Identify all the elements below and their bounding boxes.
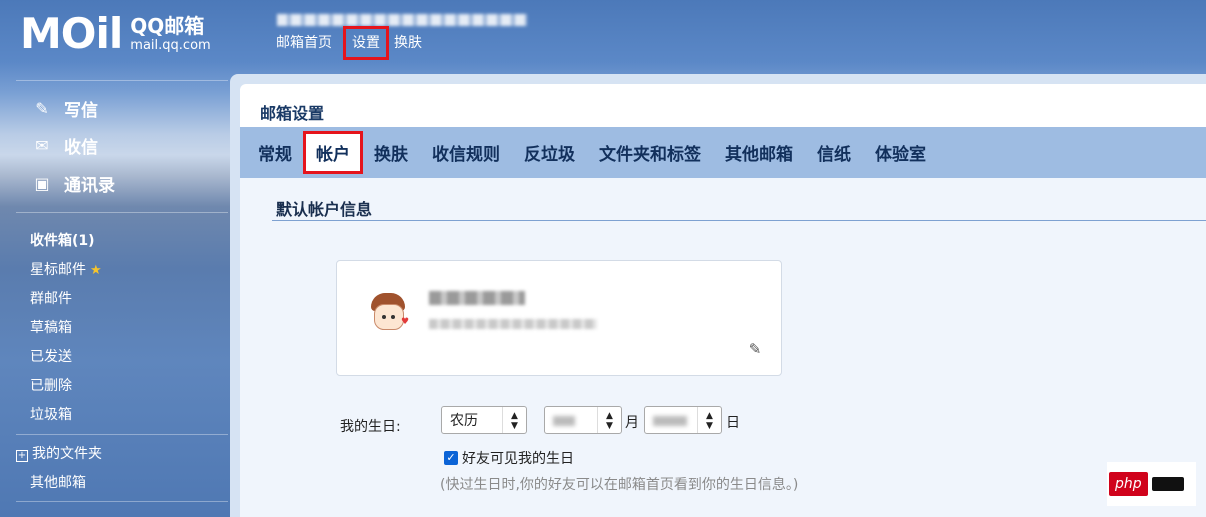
nav-mailbox-home[interactable]: 邮箱首页 (276, 33, 338, 57)
inbox-check-button[interactable]: ✉ 收信 (32, 133, 98, 159)
nav-settings[interactable]: 设置 (343, 26, 389, 60)
profile-name-blurred (429, 291, 525, 305)
tab-anti-spam[interactable]: 反垃圾 (514, 134, 585, 171)
folder-starred[interactable]: 星标邮件 ★ (30, 256, 102, 285)
tab-receive-rules[interactable]: 收信规则 (422, 134, 510, 171)
top-nav: 邮箱首页 设置 换肤 (276, 26, 428, 60)
heart-icon: ♥ (401, 317, 410, 327)
contacts-button[interactable]: ▣ 通讯录 (32, 171, 115, 197)
folder-spam[interactable]: 垃圾箱 (30, 401, 102, 430)
folder-inbox[interactable]: 收件箱(1) (30, 227, 102, 256)
watermark-logo: php (1109, 472, 1148, 496)
checkbox-checked[interactable]: ✓ (444, 451, 458, 465)
section-title: 默认帐户信息 (276, 200, 373, 219)
chevron-updown-icon: ▲ ▼ (597, 407, 621, 433)
folder-group-mail[interactable]: 群邮件 (30, 285, 102, 314)
account-name-blurred (277, 14, 527, 26)
tab-folders-labels[interactable]: 文件夹和标签 (589, 134, 711, 171)
envelope-icon: ✉ (35, 135, 49, 155)
other-mailbox-link[interactable]: 其他邮箱 (16, 469, 102, 498)
folder-deleted[interactable]: 已删除 (30, 372, 102, 401)
birth-day-select[interactable]: ▲ ▼ (644, 406, 722, 434)
divider (16, 212, 228, 213)
divider (16, 501, 228, 502)
tab-stationery[interactable]: 信纸 (807, 134, 861, 171)
compose-button[interactable]: ✎ 写信 (32, 96, 98, 122)
logo-url-text: mail.qq.com (130, 38, 211, 53)
main-panel: 邮箱设置 常规 帐户 换肤 收信规则 反垃圾 文件夹和标签 其他邮箱 信纸 体验… (230, 74, 1206, 517)
birthday-visible-option[interactable]: ✓ 好友可见我的生日 (444, 448, 574, 468)
tab-account[interactable]: 帐户 (303, 131, 363, 174)
logo-mail-text: MOil (20, 9, 123, 58)
star-icon: ★ (90, 263, 102, 278)
contacts-icon: ▣ (34, 173, 50, 193)
pencil-icon: ✎ (35, 98, 49, 118)
my-folders-toggle[interactable]: + 我的文件夹 (16, 440, 102, 469)
birth-month-select[interactable]: ▲ ▼ (544, 406, 622, 434)
divider (16, 80, 228, 81)
logo-brand-text: QQ邮箱 (130, 14, 205, 38)
left-sidebar: ✎ 写信 ✉ 收信 ▣ 通讯录 收件箱(1) 星标邮件 ★ 群邮件 草稿箱 已发送… (0, 80, 228, 517)
page-title: 邮箱设置 (260, 104, 325, 123)
expand-plus-icon: + (16, 450, 28, 462)
profile-card: ♥ ✎ (336, 260, 782, 376)
section-divider (272, 220, 1206, 221)
tab-skin[interactable]: 换肤 (364, 134, 418, 171)
month-unit: 月 (625, 415, 639, 431)
calendar-type-select[interactable]: 农历 ▲ ▼ (441, 406, 527, 434)
site-watermark: php (1107, 462, 1196, 506)
settings-tabs: 常规 帐户 换肤 收信规则 反垃圾 文件夹和标签 其他邮箱 信纸 体验室 (240, 127, 1206, 178)
day-unit: 日 (726, 415, 740, 431)
birthday-label: 我的生日: (340, 419, 401, 435)
nav-skin[interactable]: 换肤 (394, 33, 428, 57)
divider (16, 434, 228, 435)
folder-sent[interactable]: 已发送 (30, 343, 102, 372)
avatar[interactable]: ♥ (365, 291, 411, 337)
tab-lab[interactable]: 体验室 (865, 134, 936, 171)
folder-drafts[interactable]: 草稿箱 (30, 314, 102, 343)
birthday-hint: (快过生日时,你的好友可以在邮箱首页看到你的生日信息。) (440, 477, 799, 493)
chevron-updown-icon: ▲ ▼ (697, 407, 721, 433)
account-settings-content: 默认帐户信息 ♥ ✎ 我的生日: 农历 ▲ ▼ ▲ ▼ 月 ▲ ▼ 日 ✓ 好友… (240, 178, 1206, 517)
folder-list: 收件箱(1) 星标邮件 ★ 群邮件 草稿箱 已发送 已删除 垃圾箱 (30, 227, 102, 430)
edit-pencil-icon[interactable]: ✎ (747, 341, 763, 357)
tab-general[interactable]: 常规 (248, 134, 302, 171)
chevron-updown-icon: ▲ ▼ (502, 407, 526, 433)
qq-mail-logo[interactable]: MOil QQ邮箱 mail.qq.com (20, 12, 211, 56)
tab-other-mailbox[interactable]: 其他邮箱 (715, 134, 803, 171)
profile-email-blurred (429, 319, 597, 329)
